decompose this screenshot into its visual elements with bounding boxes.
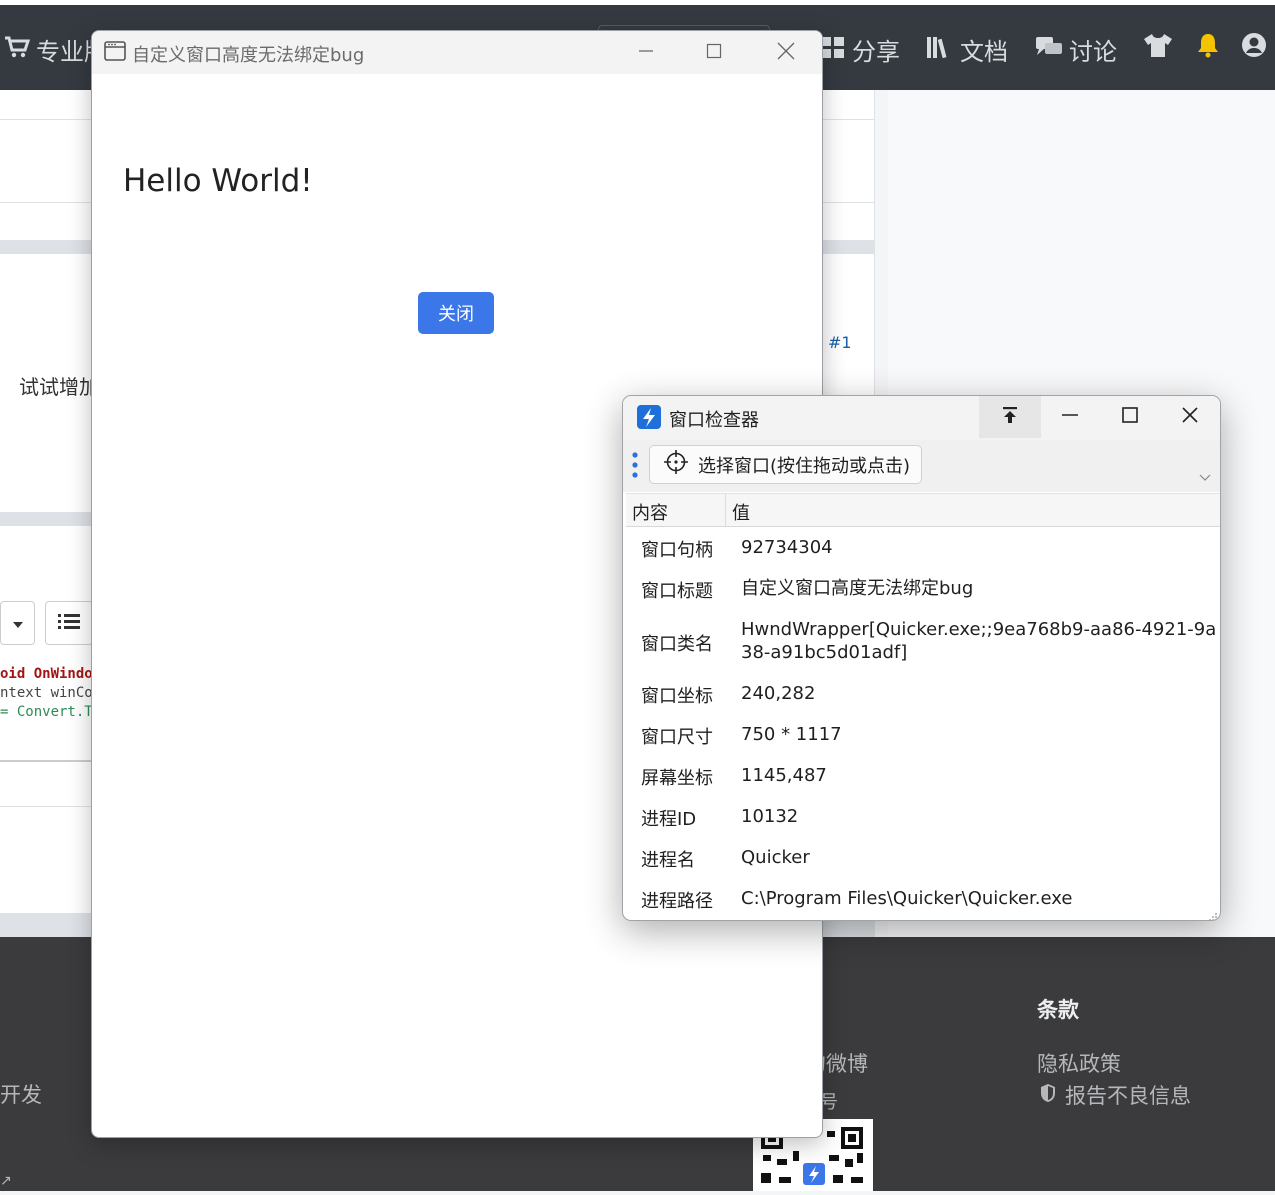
maximize-button[interactable]: [680, 31, 748, 74]
column-header-value[interactable]: 值: [732, 499, 750, 525]
resize-grip-icon[interactable]: [1208, 907, 1218, 920]
property-value[interactable]: 750 * 1117: [741, 723, 1219, 746]
caret-down-icon: [12, 614, 24, 633]
quicker-logo-icon: [637, 405, 661, 433]
property-key: 窗口坐标: [641, 686, 713, 707]
chevron-down-icon[interactable]: [1199, 467, 1211, 486]
property-key: 进程路径: [641, 891, 713, 912]
minimize-icon: [638, 43, 654, 63]
nav-share[interactable]: 分享: [820, 32, 900, 67]
property-grid-header: 内容 值: [626, 493, 1220, 527]
property-value[interactable]: 240,282: [741, 682, 1219, 705]
property-value[interactable]: 10132: [741, 805, 1219, 828]
external-link-icon: ↗: [0, 1173, 12, 1189]
more-vertical-icon[interactable]: [632, 452, 638, 482]
tshirt-icon[interactable]: [1143, 32, 1173, 58]
footer-terms-heading: 条款: [1037, 998, 1079, 1022]
list-icon: [58, 612, 80, 634]
window-close-button[interactable]: [752, 31, 820, 74]
property-value[interactable]: 92734304: [741, 536, 1219, 559]
pin-top-button[interactable]: [979, 396, 1041, 438]
inspector-minimize-button[interactable]: [1041, 396, 1099, 438]
hello-window-titlebar[interactable]: 自定义窗口高度无法绑定bug: [92, 31, 822, 74]
close-icon: [777, 42, 795, 64]
code-line: = Convert.T: [0, 704, 93, 720]
close-icon: [1182, 407, 1198, 427]
code-line: ntext winCo: [0, 685, 93, 701]
property-key: 窗口类名: [641, 634, 713, 655]
cart-icon: [4, 35, 31, 65]
minimize-button[interactable]: [612, 31, 680, 74]
nav-discuss[interactable]: 讨论: [1035, 32, 1117, 67]
user-avatar-icon[interactable]: [1241, 32, 1267, 58]
property-key: 窗口标题: [641, 581, 713, 602]
inspector-maximize-button[interactable]: [1101, 396, 1159, 438]
close-action-button[interactable]: 关闭: [418, 292, 494, 334]
property-value[interactable]: Quicker: [741, 846, 1219, 869]
crosshair-icon: [664, 450, 688, 479]
column-header-content[interactable]: 内容: [632, 499, 668, 525]
pin-top-icon: [1002, 406, 1018, 428]
property-key: 窗口尺寸: [641, 727, 713, 748]
list-button[interactable]: [45, 601, 93, 645]
property-key: 屏幕坐标: [641, 768, 713, 789]
code-line: oid OnWindo: [0, 666, 93, 682]
pick-window-button[interactable]: 选择窗口(按住拖动或点击): [649, 445, 922, 484]
property-value[interactable]: HwndWrapper[Quicker.exe;;9ea768b9-aa86-4…: [741, 618, 1219, 664]
reply-ref-link[interactable]: #1: [828, 333, 852, 352]
nav-discuss-label: 讨论: [1069, 38, 1117, 66]
nav-share-label: 分享: [852, 38, 900, 66]
inspector-toolbar: 选择窗口(按住拖动或点击): [623, 440, 1220, 492]
pick-window-label: 选择窗口(按住拖动或点击): [698, 455, 911, 477]
comments-icon: [1035, 35, 1063, 65]
property-value[interactable]: 1145,487: [741, 764, 1219, 787]
nav-docs[interactable]: 文档: [926, 32, 1008, 67]
nav-docs-label: 文档: [960, 38, 1008, 66]
property-key: 窗口句柄: [641, 540, 713, 561]
property-key: 进程名: [641, 850, 695, 871]
property-key: 进程ID: [641, 809, 697, 830]
footer-dev-fragment: 开发: [0, 1083, 42, 1107]
window-app-icon: [104, 41, 126, 65]
maximize-icon: [706, 43, 722, 63]
comment-snippet: 试试增加: [19, 375, 99, 399]
footer-privacy-link[interactable]: 隐私政策: [1037, 1048, 1121, 1078]
shield-icon: [1039, 1083, 1057, 1108]
window-inspector: 窗口检查器 选择窗口(按住拖动或点击) 内容 值 窗口句柄 92734304 窗…: [622, 395, 1221, 921]
books-icon: [926, 35, 954, 65]
minimize-icon: [1062, 407, 1078, 427]
grid-icon: [820, 35, 846, 65]
column-divider[interactable]: [725, 494, 726, 526]
inspector-close-button[interactable]: [1161, 396, 1219, 438]
hello-window-title: 自定义窗口高度无法绑定bug: [132, 45, 365, 66]
property-value[interactable]: 自定义窗口高度无法绑定bug: [741, 577, 1219, 600]
inspector-title: 窗口检查器: [669, 410, 759, 431]
bell-icon[interactable]: [1196, 32, 1220, 58]
property-value[interactable]: C:\Program Files\Quicker\Quicker.exe: [741, 887, 1219, 910]
footer-report-link[interactable]: 报告不良信息: [1039, 1080, 1191, 1110]
dropdown-button[interactable]: [0, 601, 35, 645]
maximize-icon: [1122, 407, 1138, 427]
inspector-titlebar[interactable]: 窗口检查器: [623, 396, 1220, 440]
hello-greeting: Hello World!: [123, 163, 313, 199]
footer-report-label: 报告不良信息: [1065, 1084, 1191, 1108]
